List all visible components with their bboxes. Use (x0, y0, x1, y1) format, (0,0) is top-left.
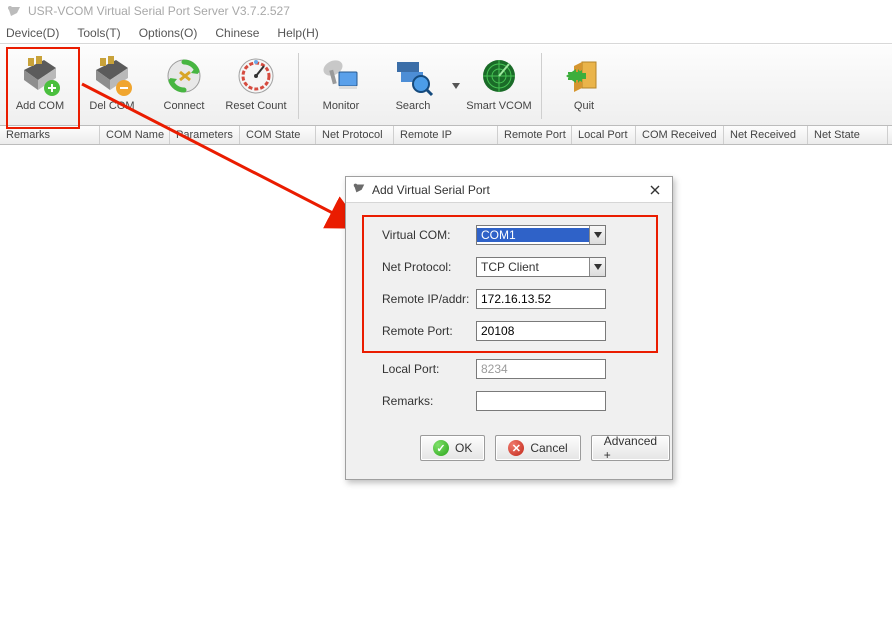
connect-icon (162, 54, 206, 98)
del-com-icon (90, 54, 134, 98)
monitor-icon (319, 54, 363, 98)
local-port-input (476, 359, 606, 379)
quit-button[interactable]: Quit (548, 49, 620, 123)
menu-help[interactable]: Help(H) (277, 26, 318, 40)
remarks-input[interactable] (476, 391, 606, 411)
reset-count-label: Reset Count (225, 100, 286, 112)
monitor-label: Monitor (323, 100, 360, 112)
column-headers: Remarks COM Name Parameters COM State Ne… (0, 126, 892, 145)
label-local-port: Local Port: (382, 362, 476, 376)
label-net-protocol: Net Protocol: (382, 260, 476, 274)
titlebar: USR-VCOM Virtual Serial Port Server V3.7… (0, 0, 892, 22)
search-dropdown[interactable] (449, 49, 463, 123)
dialog-title: Add Virtual Serial Port (372, 183, 490, 197)
virtual-com-select[interactable]: COM1 (476, 225, 606, 245)
advanced-button[interactable]: Advanced + (591, 435, 670, 461)
smart-vcom-icon (477, 54, 521, 98)
add-com-label: Add COM (16, 100, 64, 112)
cancel-label: Cancel (530, 441, 567, 455)
label-remote-ip: Remote IP/addr: (382, 292, 476, 306)
smart-vcom-label: Smart VCOM (466, 100, 531, 112)
add-com-icon (18, 54, 62, 98)
quit-label: Quit (574, 100, 594, 112)
remote-port-input[interactable] (476, 321, 606, 341)
del-com-button[interactable]: Del COM (76, 49, 148, 123)
menubar: Device(D) Tools(T) Options(O) Chinese He… (0, 22, 892, 44)
net-protocol-value: TCP Client (477, 260, 589, 274)
col-parameters[interactable]: Parameters (170, 126, 240, 144)
chevron-down-icon (589, 226, 605, 244)
ok-label: OK (455, 441, 472, 455)
toolbar-separator (298, 53, 299, 119)
col-com-received[interactable]: COM Received (636, 126, 724, 144)
menu-options[interactable]: Options(O) (139, 26, 198, 40)
virtual-com-value: COM1 (477, 228, 589, 242)
add-com-button[interactable]: Add COM (4, 49, 76, 123)
cancel-icon: ✕ (508, 440, 524, 456)
ok-button[interactable]: ✓ OK (420, 435, 485, 461)
del-com-label: Del COM (89, 100, 134, 112)
dialog-icon (352, 181, 366, 198)
label-remote-port: Remote Port: (382, 324, 476, 338)
reset-count-icon (234, 54, 278, 98)
col-local-port[interactable]: Local Port (572, 126, 636, 144)
search-label: Search (396, 100, 431, 112)
advanced-label: Advanced + (604, 434, 657, 462)
menu-device[interactable]: Device(D) (6, 26, 59, 40)
col-remote-port[interactable]: Remote Port (498, 126, 572, 144)
connect-label: Connect (164, 100, 205, 112)
search-icon (391, 54, 435, 98)
menu-tools[interactable]: Tools(T) (77, 26, 120, 40)
window-title: USR-VCOM Virtual Serial Port Server V3.7… (28, 4, 290, 18)
col-net-protocol[interactable]: Net Protocol (316, 126, 394, 144)
col-net-state[interactable]: Net State (808, 126, 888, 144)
reset-count-button[interactable]: Reset Count (220, 49, 292, 123)
connect-button[interactable]: Connect (148, 49, 220, 123)
toolbar: Add COM Del COM (0, 44, 892, 126)
quit-icon (562, 54, 606, 98)
label-virtual-com: Virtual COM: (382, 228, 476, 242)
smart-vcom-button[interactable]: Smart VCOM (463, 49, 535, 123)
col-remarks[interactable]: Remarks (0, 126, 100, 144)
menu-chinese[interactable]: Chinese (215, 26, 259, 40)
dialog-body: Virtual COM: COM1 Net Protocol: TCP Clie… (346, 203, 672, 471)
app-icon (6, 4, 22, 18)
col-net-received[interactable]: Net Received (724, 126, 808, 144)
search-button[interactable]: Search (377, 49, 449, 123)
ok-icon: ✓ (433, 440, 449, 456)
monitor-button[interactable]: Monitor (305, 49, 377, 123)
chevron-down-icon (589, 258, 605, 276)
col-com-state[interactable]: COM State (240, 126, 316, 144)
dialog-titlebar: Add Virtual Serial Port (346, 177, 672, 203)
cancel-button[interactable]: ✕ Cancel (495, 435, 580, 461)
label-remarks: Remarks: (382, 394, 476, 408)
remote-ip-input[interactable] (476, 289, 606, 309)
dialog-close-button[interactable] (644, 181, 666, 199)
col-com-name[interactable]: COM Name (100, 126, 170, 144)
net-protocol-select[interactable]: TCP Client (476, 257, 606, 277)
toolbar-separator-2 (541, 53, 542, 119)
col-remote-ip[interactable]: Remote IP (394, 126, 498, 144)
add-virtual-serial-port-dialog: Add Virtual Serial Port Virtual COM: COM… (345, 176, 673, 480)
